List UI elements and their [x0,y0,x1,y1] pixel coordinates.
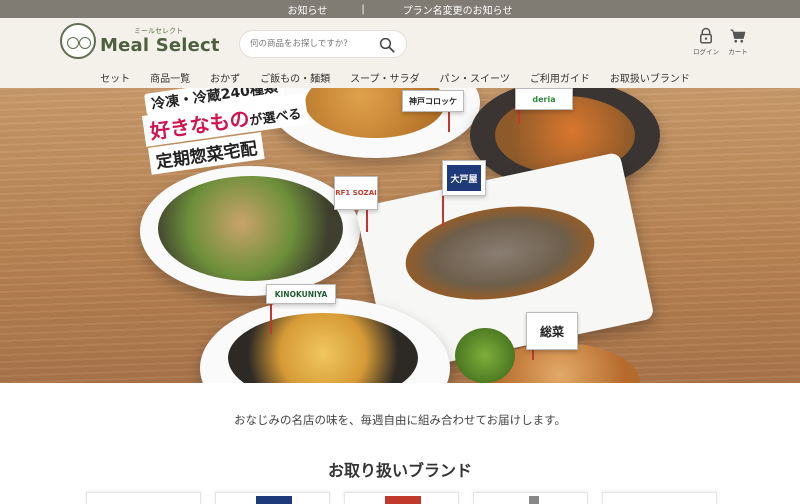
cart-label: カート [728,48,748,56]
search-icon[interactable] [378,36,396,54]
nav-item-bread-sweets[interactable]: パン・スイーツ [440,70,510,85]
main-nav: セット 商品一覧 おかず ご飯もの・麺類 スープ・サラダ パン・スイーツ ご利用… [0,70,800,85]
nav-item-brands[interactable]: お取扱いブランド [610,70,690,85]
nav-item-soup-salad[interactable]: スープ・サラダ [350,70,419,85]
flag-kinokuniya: KINOKUNIYA [266,284,336,304]
brand-card[interactable] [215,492,330,504]
hero-banner[interactable]: 神戸コロッケ deria RF1 SOZAI 大戸屋 KINOKUNIYA 総菜… [0,88,800,383]
flag-ootoya: 大戸屋 [442,160,486,196]
flag-rf1: RF1 SOZAI [334,176,378,210]
nav-item-rice-noodles[interactable]: ご飯もの・麺類 [260,70,330,85]
ootoya-label: 大戸屋 [447,165,481,191]
cart-icon [730,29,746,43]
plan-change-notice-link[interactable]: プラン名変更のお知らせ [403,2,513,17]
flag-kobe-croquette: 神戸コロッケ [402,90,464,112]
salad-food [158,176,343,281]
login-label: ログイン [693,48,719,56]
tagline: おなじみの名店の味を、毎週自由に組み合わせてお届けします。 [233,413,566,427]
brand-card[interactable] [344,492,459,504]
brand-card[interactable] [473,492,588,504]
brand-card-list [86,492,717,504]
nav-item-set[interactable]: セット [100,70,130,85]
site-header: ミールセレクト Meal Select ログイン カート [0,18,800,88]
herb-garnish [455,328,515,383]
catch-selectable: が選べる [248,106,303,129]
notice-link[interactable]: お知らせ [288,2,328,17]
nav-item-products[interactable]: 商品一覧 [150,70,190,85]
flag-deria: deria [515,88,573,110]
search-input[interactable] [240,39,370,49]
nav-item-okazu[interactable]: おかず [210,70,240,85]
nav-item-guide[interactable]: ご利用ガイド [530,70,590,85]
search-box [239,30,407,58]
notice-separator: | [361,3,365,15]
brand-card[interactable] [86,492,201,504]
login-button[interactable]: ログイン [693,27,719,56]
notice-bar: お知らせ | プラン名変更のお知らせ [0,0,800,18]
brand-card[interactable] [602,492,717,504]
flag-souzai: 総菜 [526,312,578,350]
logo-mark-icon [60,23,96,59]
logo[interactable]: ミールセレクト Meal Select [60,23,220,59]
logo-kana: ミールセレクト [134,27,183,35]
logo-text: Meal Select [100,35,220,56]
lock-icon [700,27,712,44]
cart-button[interactable]: カート [726,27,750,56]
brand-section-title: お取り扱いブランド [327,461,472,480]
